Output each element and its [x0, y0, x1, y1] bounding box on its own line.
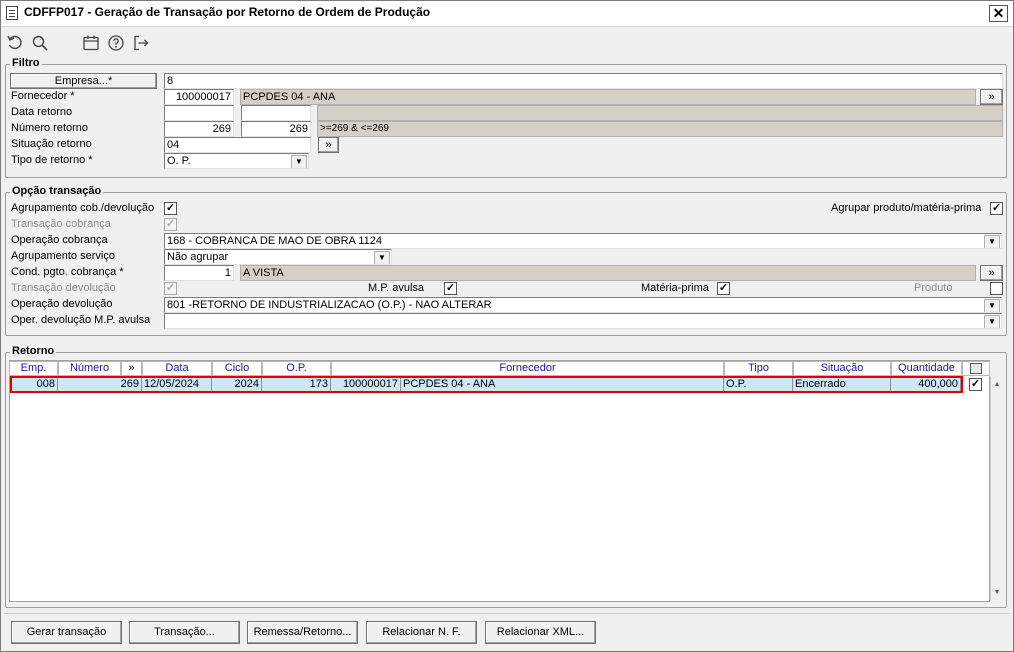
col-op-header[interactable]: O.P. [262, 361, 331, 376]
numero-expr-field: >=269 & <=269 [317, 121, 1003, 137]
data-retorno-expr [317, 105, 1003, 121]
agrup-serv-value: Não agrupar [167, 251, 229, 263]
materia-prima-checkbox[interactable]: ✓ [717, 282, 730, 295]
undo-icon[interactable] [4, 32, 26, 54]
scroll-up-icon[interactable]: ▲ [991, 377, 1003, 393]
cond-pgto-label: Cond. pgto. cobrança * [11, 266, 124, 278]
exit-icon[interactable] [130, 32, 152, 54]
op-dev-mp-select[interactable]: ▼ [164, 313, 1002, 329]
search-icon[interactable] [29, 32, 51, 54]
trans-dev-label: Transação devolução [11, 282, 116, 294]
agrup-prod-label: Agrupar produto/matéria-prima [831, 202, 982, 214]
chevron-down-icon[interactable]: ▼ [984, 315, 1000, 328]
chevron-down-icon[interactable]: ▼ [984, 299, 1000, 312]
op-dev-select[interactable]: 801 -RETORNO DE INDUSTRIALIZACAO (O.P.) … [164, 297, 1002, 313]
help-icon[interactable] [105, 32, 127, 54]
situacao-label: Situação retorno [11, 138, 92, 150]
close-button[interactable]: ✕ [989, 5, 1008, 22]
document-icon [6, 6, 18, 20]
produto-label: Produto [914, 282, 953, 294]
grid-vertical-scrollbar[interactable] [990, 377, 1003, 601]
tipo-retorno-select[interactable]: O. P. ▼ [164, 153, 309, 169]
scroll-down-icon[interactable]: ▼ [991, 585, 1003, 601]
col-ciclo-header[interactable]: Ciclo [212, 361, 262, 376]
op-dev-label: Operação devolução [11, 298, 113, 310]
op-dev-value: 801 -RETORNO DE INDUSTRIALIZACAO (O.P.) … [167, 299, 492, 311]
empresa-field[interactable]: 8 [164, 73, 1003, 89]
cond-pgto-name-field: A VISTA [240, 265, 976, 281]
col-emp-header[interactable]: Emp. [9, 361, 58, 376]
opcao-legend: Opção transação [10, 185, 104, 197]
empresa-button[interactable]: Empresa...* [10, 73, 157, 89]
fornecedor-name-field: PCPDES 04 - ANA [240, 89, 976, 105]
filtro-legend: Filtro [10, 57, 42, 69]
chevron-down-icon[interactable]: ▼ [291, 155, 307, 168]
numero-to-field[interactable]: 269 [241, 121, 311, 137]
situacao-more-button[interactable]: » [318, 137, 339, 153]
col-fornecedor-header[interactable]: Fornecedor [331, 361, 724, 376]
numero-from-field[interactable]: 269 [164, 121, 234, 137]
op-dev-mp-label: Oper. devolução M.P. avulsa [11, 314, 151, 326]
col-tipo-header[interactable]: Tipo [724, 361, 793, 376]
relacionar-xml-button[interactable]: Relacionar XML... [485, 621, 596, 644]
situacao-field[interactable]: 04 [164, 137, 311, 153]
gerar-transacao-button[interactable]: Gerar transação [11, 621, 122, 644]
selected-row-highlight [10, 376, 963, 393]
op-cob-select[interactable]: 168 - COBRANCA DE MAO DE OBRA 1124 ▼ [164, 233, 1002, 249]
cond-pgto-code-field[interactable]: 1 [164, 265, 234, 281]
op-cob-value: 168 - COBRANCA DE MAO DE OBRA 1124 [167, 235, 382, 247]
trans-cob-checkbox: ✓ [164, 218, 177, 231]
window-title: CDFFP017 - Geração de Transação por Reto… [24, 5, 431, 19]
data-retorno-from-field[interactable] [164, 105, 234, 121]
retorno-legend: Retorno [10, 345, 57, 357]
fornecedor-label: Fornecedor * [11, 90, 75, 102]
tipo-retorno-value: O. P. [167, 155, 191, 167]
agrup-prod-checkbox[interactable]: ✓ [990, 202, 1003, 215]
chevron-down-icon[interactable]: ▼ [374, 251, 390, 264]
calendar-icon[interactable] [80, 32, 102, 54]
col-numero-header[interactable]: Número [58, 361, 121, 376]
transacao-button[interactable]: Transação... [129, 621, 240, 644]
retorno-grid [9, 360, 990, 602]
select-all-checkbox[interactable] [970, 363, 982, 374]
row-select-checkbox[interactable]: ✓ [969, 378, 982, 391]
remessa-retorno-button[interactable]: Remessa/Retorno... [247, 621, 358, 644]
agrup-serv-select[interactable]: Não agrupar ▼ [164, 249, 392, 265]
agrup-serv-label: Agrupamento serviço [11, 250, 115, 262]
relacionar-nf-button[interactable]: Relacionar N. F. [366, 621, 477, 644]
col-quantidade-header[interactable]: Quantidade [891, 361, 962, 376]
agrup-cob-checkbox[interactable]: ✓ [164, 202, 177, 215]
trans-cob-label: Transação cobrança [11, 218, 111, 230]
fornecedor-more-button[interactable]: » [980, 89, 1003, 105]
col-data-header[interactable]: Data [142, 361, 212, 376]
col-situacao-header[interactable]: Situação [793, 361, 891, 376]
tipo-retorno-label: Tipo de retorno * [11, 154, 93, 166]
op-cob-label: Operação cobrança [11, 234, 108, 246]
bottom-separator [4, 613, 1010, 614]
fornecedor-code-field[interactable]: 100000017 [164, 89, 234, 105]
data-retorno-label: Data retorno [11, 106, 73, 118]
materia-prima-label: Matéria-prima [641, 282, 709, 294]
mp-avulsa-checkbox[interactable]: ✓ [444, 282, 457, 295]
agrup-cob-label: Agrupamento cob./devolução [11, 202, 155, 214]
mp-avulsa-label: M.P. avulsa [368, 282, 425, 294]
produto-checkbox[interactable] [990, 282, 1003, 295]
trans-dev-checkbox: ✓ [164, 282, 177, 295]
col-expand-header[interactable]: » [121, 361, 142, 376]
data-retorno-to-field[interactable] [241, 105, 311, 121]
cond-pgto-more-button[interactable]: » [980, 265, 1003, 281]
numero-retorno-label: Número retorno [11, 122, 89, 134]
col-select-all-header[interactable] [962, 361, 990, 376]
chevron-down-icon[interactable]: ▼ [984, 235, 1000, 248]
